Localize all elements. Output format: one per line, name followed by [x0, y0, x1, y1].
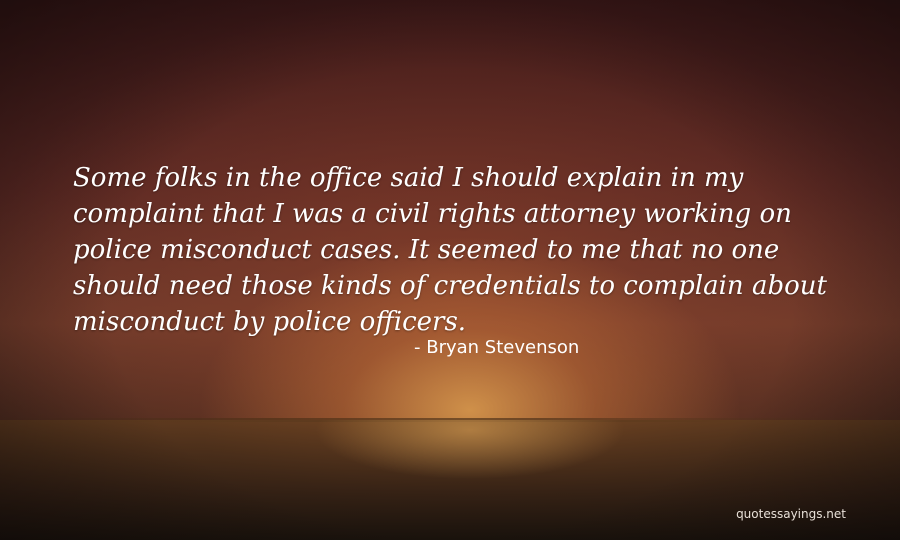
quote-line: misconduct by police officers.: [73, 307, 467, 337]
quote-line: complaint that I was a civil rights atto…: [73, 199, 792, 229]
site-watermark: quotessayings.net: [736, 507, 846, 521]
quote-author: - Bryan Stevenson: [414, 337, 580, 358]
quote-line: Some folks in the office said I should e…: [73, 163, 744, 193]
quote-line: police misconduct cases. It seemed to me…: [73, 235, 780, 265]
quote-text: Some folks in the office said I should e…: [73, 160, 863, 340]
quote-line: should need those kinds of credentials t…: [73, 271, 827, 301]
